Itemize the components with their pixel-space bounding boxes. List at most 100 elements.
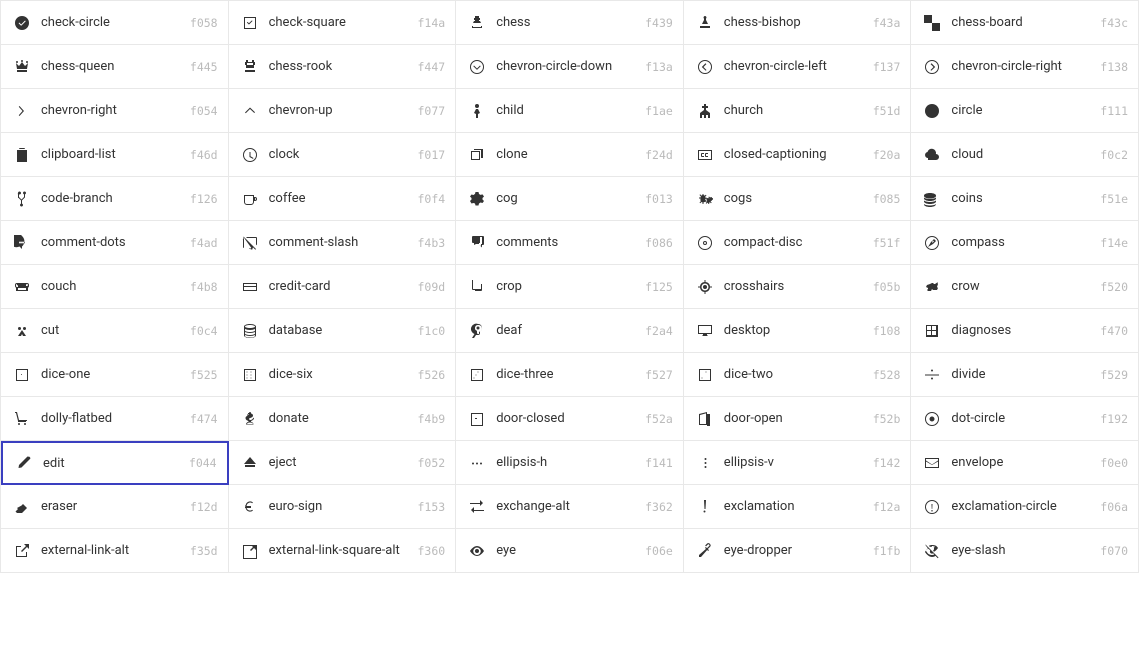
chess-queen-icon	[11, 59, 33, 75]
cloud-code: f0c2	[1100, 148, 1128, 162]
exclamation-circle-label: exclamation-circle	[951, 499, 1092, 514]
icon-cell-check-circle[interactable]: check-circlef058	[1, 1, 229, 45]
icon-cell-crosshairs[interactable]: crosshairsf05b	[684, 265, 912, 309]
icon-cell-chevron-up[interactable]: chevron-upf077	[229, 89, 457, 133]
icon-cell-chevron-circle-left[interactable]: chevron-circle-leftf137	[684, 45, 912, 89]
icon-cell-door-closed[interactable]: door-closedf52a	[456, 397, 684, 441]
ellipsis-v-icon	[694, 455, 716, 471]
icon-cell-external-link-square-alt[interactable]: external-link-square-altf360	[229, 529, 457, 573]
icon-cell-crop[interactable]: cropf125	[456, 265, 684, 309]
cut-icon	[11, 323, 33, 339]
icon-cell-clock[interactable]: clockf017	[229, 133, 457, 177]
icon-cell-donate[interactable]: donatef4b9	[229, 397, 457, 441]
chevron-circle-left-icon	[694, 59, 716, 75]
icon-cell-edit[interactable]: editf044	[1, 441, 229, 485]
icon-cell-divide[interactable]: dividef529	[911, 353, 1139, 397]
icon-cell-cut[interactable]: cutf0c4	[1, 309, 229, 353]
ellipsis-v-label: ellipsis-v	[724, 455, 865, 470]
icon-cell-dice-six[interactable]: dice-sixf526	[229, 353, 457, 397]
cogs-icon	[694, 191, 716, 207]
chevron-circle-right-label: chevron-circle-right	[951, 59, 1092, 74]
child-code: f1ae	[645, 104, 673, 118]
icon-cell-comment-slash[interactable]: comment-slashf4b3	[229, 221, 457, 265]
diagnoses-label: diagnoses	[951, 323, 1092, 338]
door-open-code: f52b	[873, 412, 901, 426]
icon-cell-compass[interactable]: compassf14e	[911, 221, 1139, 265]
icon-cell-couch[interactable]: couchf4b8	[1, 265, 229, 309]
diagnoses-code: f470	[1100, 324, 1128, 338]
icon-cell-envelope[interactable]: envelopef0e0	[911, 441, 1139, 485]
compact-disc-label: compact-disc	[724, 235, 865, 250]
icon-cell-exclamation-circle[interactable]: exclamation-circlef06a	[911, 485, 1139, 529]
icon-cell-compact-disc[interactable]: compact-discf51f	[684, 221, 912, 265]
dice-three-icon	[466, 367, 488, 383]
icon-cell-chevron-circle-down[interactable]: chevron-circle-downf13a	[456, 45, 684, 89]
door-open-label: door-open	[724, 411, 865, 426]
icon-cell-chevron-circle-right[interactable]: chevron-circle-rightf138	[911, 45, 1139, 89]
icon-cell-chess-bishop[interactable]: chess-bishopf43a	[684, 1, 912, 45]
icon-cell-dice-two[interactable]: dice-twof528	[684, 353, 912, 397]
icon-cell-closed-captioning[interactable]: closed-captioningf20a	[684, 133, 912, 177]
icon-cell-church[interactable]: churchf51d	[684, 89, 912, 133]
envelope-label: envelope	[951, 455, 1092, 470]
icon-cell-eye[interactable]: eyef06e	[456, 529, 684, 573]
credit-card-code: f09d	[417, 280, 445, 294]
icon-cell-dolly-flatbed[interactable]: dolly-flatbedf474	[1, 397, 229, 441]
coins-icon	[921, 191, 943, 207]
chess-bishop-icon	[694, 15, 716, 31]
icon-cell-dice-one[interactable]: dice-onef525	[1, 353, 229, 397]
dolly-flatbed-code: f474	[190, 412, 218, 426]
icon-cell-crow[interactable]: crowf520	[911, 265, 1139, 309]
icon-cell-cloud[interactable]: cloudf0c2	[911, 133, 1139, 177]
icon-cell-eye-slash[interactable]: eye-slashf070	[911, 529, 1139, 573]
icon-cell-circle[interactable]: circlef111	[911, 89, 1139, 133]
icon-cell-clipboard-list[interactable]: clipboard-listf46d	[1, 133, 229, 177]
crop-icon	[466, 279, 488, 295]
deaf-icon	[466, 323, 488, 339]
icon-cell-euro-sign[interactable]: euro-signf153	[229, 485, 457, 529]
icon-cell-chess-board[interactable]: chess-boardf43c	[911, 1, 1139, 45]
icon-cell-coffee[interactable]: coffeef0f4	[229, 177, 457, 221]
icon-cell-comments[interactable]: commentsf086	[456, 221, 684, 265]
icon-cell-eject[interactable]: ejectf052	[229, 441, 457, 485]
icon-cell-deaf[interactable]: deaff2a4	[456, 309, 684, 353]
icon-cell-child[interactable]: childf1ae	[456, 89, 684, 133]
icon-cell-exclamation[interactable]: exclamationf12a	[684, 485, 912, 529]
icon-cell-door-open[interactable]: door-open f52b	[684, 397, 912, 441]
icon-cell-cog[interactable]: cogf013	[456, 177, 684, 221]
clock-label: clock	[269, 147, 410, 162]
icon-cell-dot-circle[interactable]: dot-circlef192	[911, 397, 1139, 441]
icon-cell-eraser[interactable]: eraserf12d	[1, 485, 229, 529]
edit-label: edit	[43, 456, 181, 471]
icon-cell-chess-queen[interactable]: chess-queenf445	[1, 45, 229, 89]
check-square-label: check-square	[269, 15, 410, 30]
icon-cell-database[interactable]: databasef1c0	[229, 309, 457, 353]
icon-cell-dice-three[interactable]: dice-threef527	[456, 353, 684, 397]
icon-cell-cogs[interactable]: cogsf085	[684, 177, 912, 221]
chess-rook-code: f447	[417, 60, 445, 74]
comment-dots-label: comment-dots	[41, 235, 182, 250]
envelope-icon	[921, 455, 943, 471]
icon-cell-chevron-right[interactable]: chevron-rightf054	[1, 89, 229, 133]
icon-cell-chess[interactable]: chessf439	[456, 1, 684, 45]
chess-queen-code: f445	[190, 60, 218, 74]
icon-cell-ellipsis-v[interactable]: ellipsis-vf142	[684, 441, 912, 485]
ellipsis-h-label: ellipsis-h	[496, 455, 637, 470]
crosshairs-icon	[694, 279, 716, 295]
icon-cell-comment-dots[interactable]: comment-dotsf4ad	[1, 221, 229, 265]
icon-cell-eye-dropper[interactable]: eye-dropperf1fb	[684, 529, 912, 573]
icon-cell-check-square[interactable]: check-squaref14a	[229, 1, 457, 45]
icon-cell-code-branch[interactable]: code-branchf126	[1, 177, 229, 221]
icon-cell-exchange-alt[interactable]: exchange-altf362	[456, 485, 684, 529]
icon-cell-external-link-alt[interactable]: external-link-altf35d	[1, 529, 229, 573]
icon-cell-desktop[interactable]: desktopf108	[684, 309, 912, 353]
icon-cell-clone[interactable]: clonef24d	[456, 133, 684, 177]
external-link-alt-code: f35d	[190, 544, 218, 558]
icon-cell-diagnoses[interactable]: diagnoses f470	[911, 309, 1139, 353]
icon-cell-ellipsis-h[interactable]: ellipsis-hf141	[456, 441, 684, 485]
dice-one-code: f525	[190, 368, 218, 382]
icon-cell-chess-rook[interactable]: chess-rookf447	[229, 45, 457, 89]
icon-cell-credit-card[interactable]: credit-cardf09d	[229, 265, 457, 309]
crow-code: f520	[1100, 280, 1128, 294]
icon-cell-coins[interactable]: coinsf51e	[911, 177, 1139, 221]
